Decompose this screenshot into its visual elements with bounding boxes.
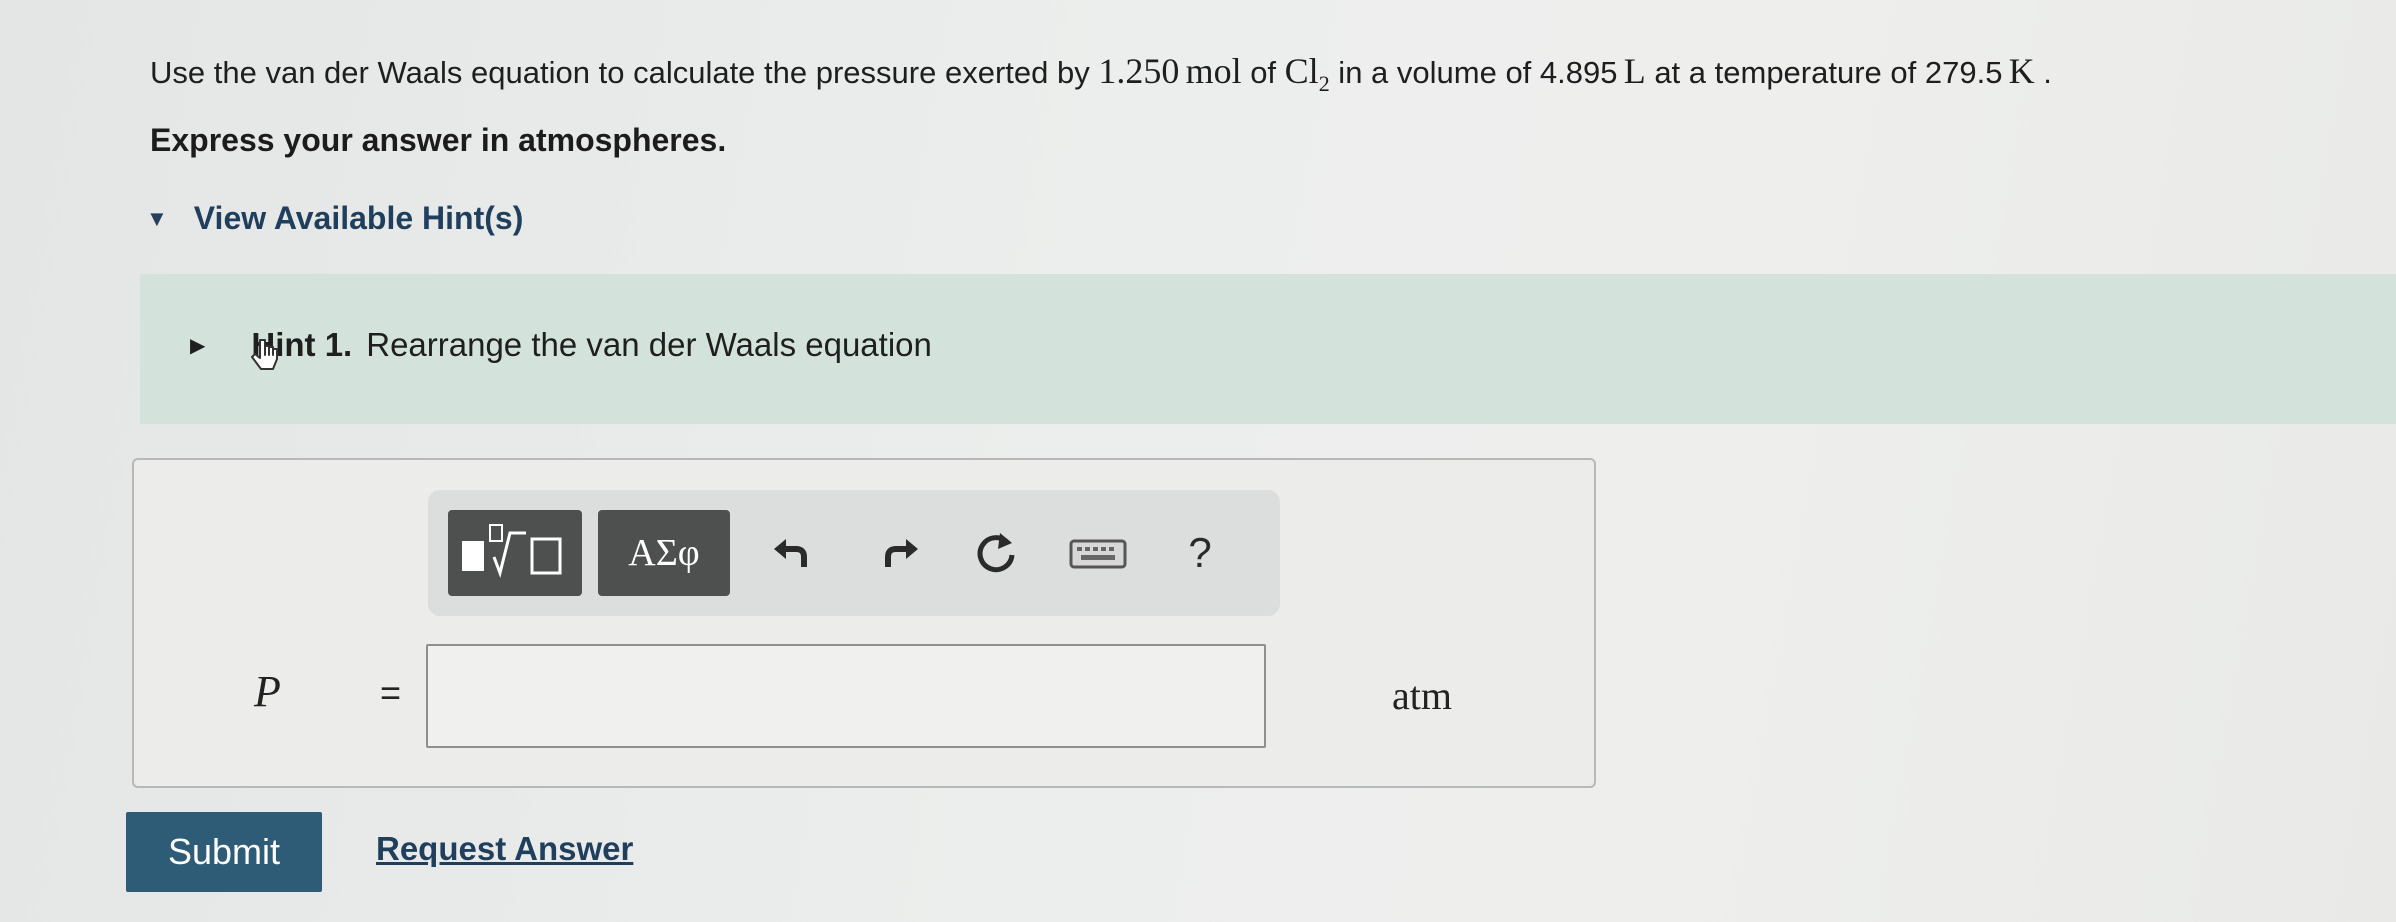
undo-icon xyxy=(774,539,807,567)
instruction-text: Express your answer in atmospheres. xyxy=(150,122,727,158)
keyboard-icon xyxy=(1069,539,1127,569)
reset-icon xyxy=(977,533,1015,573)
question-text: Use the van der Waals equation to calcul… xyxy=(150,51,2052,97)
hand-cursor-icon xyxy=(251,339,278,370)
hint-text: Rearrange the van der Waals equation xyxy=(366,326,932,363)
redo-button[interactable] xyxy=(870,520,930,586)
keyboard-button[interactable] xyxy=(1066,520,1130,586)
caret-down-icon: ▼ xyxy=(146,205,168,231)
view-hints-label: View Available Hint(s) xyxy=(193,200,524,236)
redo-icon xyxy=(885,539,918,567)
undo-button[interactable] xyxy=(762,520,822,586)
answer-input[interactable] xyxy=(426,644,1266,748)
help-button[interactable]: ? xyxy=(1170,520,1230,586)
hint-item[interactable]: ▶ Hint 1. Rearrange the van der Waals eq… xyxy=(190,326,932,370)
caret-right-icon: ▶ xyxy=(190,334,206,357)
greek-symbols-button[interactable]: ΑΣφ xyxy=(598,510,730,596)
equals-sign: = xyxy=(380,672,402,713)
submit-button[interactable]: Submit xyxy=(126,812,322,892)
templates-icon xyxy=(462,524,562,579)
reset-button[interactable] xyxy=(966,520,1026,586)
request-answer-link[interactable]: Request Answer xyxy=(376,830,633,868)
answer-variable: P xyxy=(254,667,281,716)
view-hints-toggle[interactable]: ▼ View Available Hint(s) xyxy=(146,200,523,237)
templates-button[interactable] xyxy=(448,510,582,596)
answer-unit: atm xyxy=(1392,673,1452,718)
